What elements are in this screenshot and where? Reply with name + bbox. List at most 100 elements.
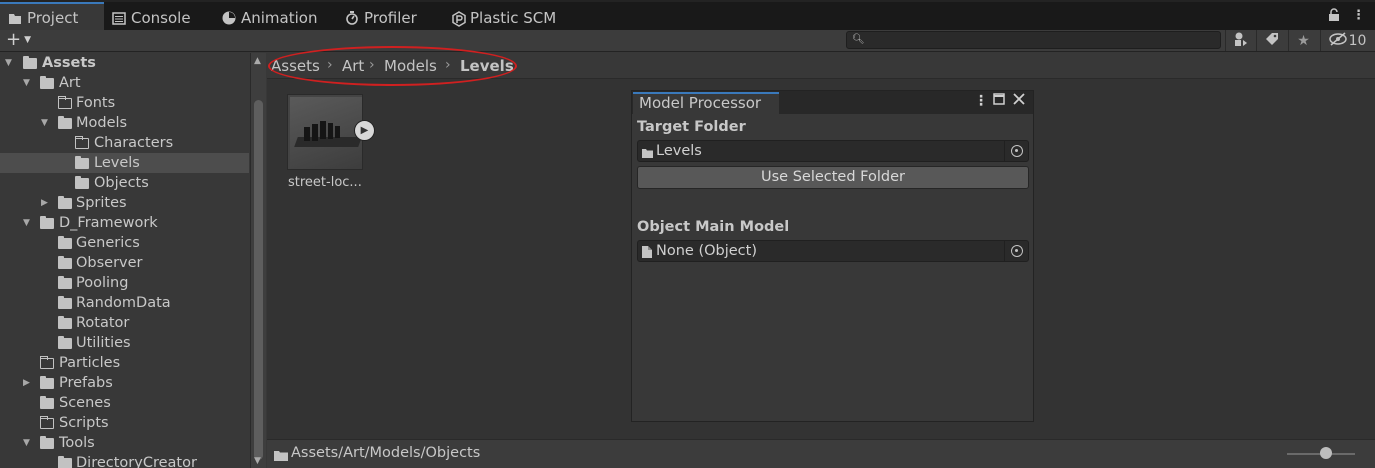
folder-open-icon (58, 115, 72, 129)
lock-icon[interactable] (1328, 8, 1340, 25)
tree-item-label: Fonts (76, 95, 116, 111)
tree-item-sprites[interactable]: ▶ Sprites (0, 193, 249, 213)
tree-item-utilities[interactable]: Utilities (0, 333, 249, 353)
star-icon: ★ (1297, 32, 1310, 49)
use-selected-folder-button[interactable]: Use Selected Folder (637, 166, 1029, 189)
tree-item-label: Sprites (76, 195, 127, 211)
asset-name: street-loc... (288, 175, 362, 190)
tree-item-fonts[interactable]: Fonts (0, 93, 249, 113)
tree-item-label: Art (59, 75, 81, 91)
folder-empty-icon (58, 95, 72, 109)
target-folder-field[interactable]: Levels (637, 140, 1029, 162)
target-folder-label: Target Folder (637, 119, 746, 135)
folder-open-icon (23, 55, 37, 69)
tree-item-scripts[interactable]: Scripts (0, 413, 249, 433)
console-icon (112, 11, 126, 25)
more-options-icon[interactable]: ⋮ (974, 93, 988, 109)
tree-item-pooling[interactable]: Pooling (0, 273, 249, 293)
scroll-up-icon[interactable]: ▲ (254, 56, 261, 66)
tree-item-levels[interactable]: Levels (0, 153, 249, 173)
expand-arrow-icon[interactable]: ▼ (41, 118, 51, 128)
tab-animation[interactable]: Animation (222, 4, 317, 32)
folder-icon (274, 449, 288, 465)
target-folder-value: Levels (656, 143, 702, 159)
hidden-count: 10 (1348, 32, 1367, 49)
maximize-icon[interactable] (993, 93, 1005, 109)
tree-item-characters[interactable]: Characters (0, 133, 249, 153)
tree-item-label: Rotator (76, 315, 130, 331)
model-processor-window: Model Processor ⋮ Target Folder Levels U… (631, 90, 1034, 422)
search-input[interactable] (865, 32, 1215, 48)
tab-profiler[interactable]: Profiler (345, 4, 417, 32)
asset-thumbnail[interactable] (287, 94, 363, 170)
object-picker-button[interactable] (1004, 141, 1028, 161)
expand-arrow-icon[interactable]: ▼ (23, 218, 33, 228)
close-icon[interactable] (1013, 93, 1025, 109)
scrollbar-thumb[interactable] (254, 100, 263, 460)
selected-path: Assets/Art/Models/Objects (291, 445, 481, 461)
tree-item-label: Scenes (59, 395, 111, 411)
folder-empty-icon (40, 415, 54, 429)
window-tab[interactable]: Model Processor (633, 92, 779, 114)
tree-item-objects[interactable]: Objects (0, 173, 249, 193)
breadcrumb-annotation-circle (268, 46, 517, 86)
file-icon (642, 246, 652, 262)
collapse-arrow-icon[interactable]: ▶ (23, 378, 33, 388)
tree-item-models[interactable]: ▼ Models (0, 113, 249, 133)
favorites-button[interactable]: ★ (1288, 30, 1318, 51)
object-picker-button[interactable] (1004, 241, 1028, 261)
scroll-down-icon[interactable]: ▼ (254, 456, 261, 466)
collapse-arrow-icon[interactable]: ▶ (41, 198, 51, 208)
tree-item-particles[interactable]: Particles (0, 353, 249, 373)
play-icon[interactable]: ▶ (354, 120, 375, 141)
tree-item-observer[interactable]: Observer (0, 253, 249, 273)
tree-item-label: Models (76, 115, 128, 131)
expand-arrow-icon[interactable]: ▼ (23, 78, 33, 88)
expand-arrow-icon[interactable]: ▼ (23, 438, 33, 448)
tree-item-tools[interactable]: ▼ Tools (0, 433, 249, 453)
model-preview-image (290, 97, 362, 169)
tree-item-label: RandomData (76, 295, 171, 311)
tree-scrollbar[interactable]: ▲ ▼ (250, 53, 266, 468)
plus-icon: + (6, 29, 22, 50)
folder-icon (58, 315, 72, 329)
expand-arrow-icon[interactable]: ▼ (5, 58, 15, 68)
tree-item-prefabs[interactable]: ▶ Prefabs (0, 373, 249, 393)
tab-plastic-scm[interactable]: Plastic SCM (451, 4, 556, 32)
tree-item-directorycreator[interactable]: DirectoryCreator (0, 453, 249, 468)
more-options-icon[interactable]: ⋮ (1352, 8, 1365, 25)
tree-item-label: Prefabs (59, 375, 113, 391)
tree-item-rotator[interactable]: Rotator (0, 313, 249, 333)
search-by-type-button[interactable] (1225, 30, 1255, 51)
tab-console[interactable]: Console (112, 4, 191, 32)
folder-icon (8, 11, 22, 25)
label-tag-icon (1265, 32, 1279, 50)
folder-open-icon (40, 75, 54, 89)
folder-icon (58, 255, 72, 269)
search-by-label-button[interactable] (1256, 30, 1286, 51)
status-footer: Assets/Art/Models/Objects (267, 439, 1375, 468)
folder-icon (642, 146, 653, 162)
tree-item-art[interactable]: ▼ Art (0, 73, 249, 93)
tree-item-generics[interactable]: Generics (0, 233, 249, 253)
project-toolbar: + ▼ 🔍︎ ★ 10 (0, 30, 1375, 52)
tree-item-d-framework[interactable]: ▼ D_Framework (0, 213, 249, 233)
object-main-model-field[interactable]: None (Object) (637, 240, 1029, 262)
tree-item-scenes[interactable]: Scenes (0, 393, 249, 413)
tree-item-randomdata[interactable]: RandomData (0, 293, 249, 313)
tree-item-assets[interactable]: ▼ Assets (0, 53, 249, 73)
create-button[interactable]: + ▼ (6, 30, 40, 50)
tree-item-label: Levels (94, 155, 140, 171)
folder-icon (40, 375, 54, 389)
tree-item-label: Tools (59, 435, 95, 451)
tab-project[interactable]: Project (0, 2, 104, 32)
zoom-slider-thumb[interactable] (1320, 447, 1332, 459)
folder-icon (40, 395, 54, 409)
animation-icon (222, 11, 236, 25)
tree-item-label: Scripts (59, 415, 109, 431)
search-field[interactable]: 🔍︎ (846, 31, 1221, 49)
folder-icon (58, 195, 72, 209)
folder-icon (58, 455, 72, 468)
hidden-packages-button[interactable]: 10 (1320, 30, 1374, 51)
plastic-scm-icon (451, 11, 466, 27)
